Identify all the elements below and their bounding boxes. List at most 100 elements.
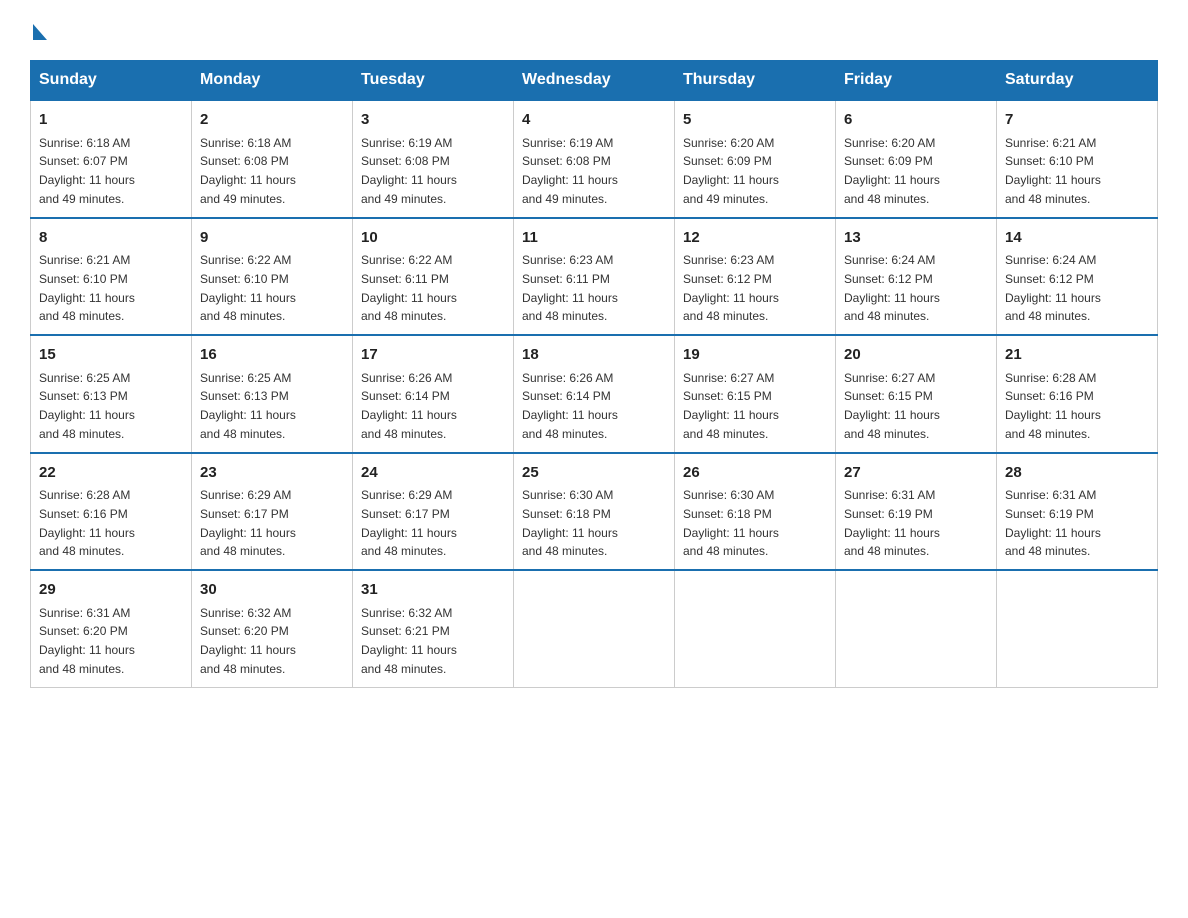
week-row-3: 15 Sunrise: 6:25 AMSunset: 6:13 PMDaylig… [31, 335, 1158, 453]
day-number: 11 [522, 227, 666, 250]
table-cell: 1 Sunrise: 6:18 AMSunset: 6:07 PMDayligh… [31, 100, 192, 218]
day-info: Sunrise: 6:20 AMSunset: 6:09 PMDaylight:… [844, 136, 940, 206]
day-number: 7 [1005, 109, 1149, 132]
day-number: 19 [683, 344, 827, 367]
day-info: Sunrise: 6:30 AMSunset: 6:18 PMDaylight:… [683, 488, 779, 558]
day-number: 9 [200, 227, 344, 250]
day-number: 17 [361, 344, 505, 367]
table-cell: 15 Sunrise: 6:25 AMSunset: 6:13 PMDaylig… [31, 335, 192, 453]
day-info: Sunrise: 6:19 AMSunset: 6:08 PMDaylight:… [361, 136, 457, 206]
day-number: 26 [683, 462, 827, 485]
table-cell [514, 570, 675, 687]
day-info: Sunrise: 6:25 AMSunset: 6:13 PMDaylight:… [200, 371, 296, 441]
table-cell: 26 Sunrise: 6:30 AMSunset: 6:18 PMDaylig… [675, 453, 836, 571]
day-info: Sunrise: 6:29 AMSunset: 6:17 PMDaylight:… [361, 488, 457, 558]
header-tuesday: Tuesday [353, 61, 514, 101]
table-cell [836, 570, 997, 687]
day-number: 12 [683, 227, 827, 250]
day-number: 20 [844, 344, 988, 367]
day-info: Sunrise: 6:20 AMSunset: 6:09 PMDaylight:… [683, 136, 779, 206]
table-cell: 13 Sunrise: 6:24 AMSunset: 6:12 PMDaylig… [836, 218, 997, 336]
table-cell: 11 Sunrise: 6:23 AMSunset: 6:11 PMDaylig… [514, 218, 675, 336]
day-info: Sunrise: 6:23 AMSunset: 6:11 PMDaylight:… [522, 253, 618, 323]
day-info: Sunrise: 6:24 AMSunset: 6:12 PMDaylight:… [844, 253, 940, 323]
calendar-header: SundayMondayTuesdayWednesdayThursdayFrid… [31, 61, 1158, 101]
week-row-1: 1 Sunrise: 6:18 AMSunset: 6:07 PMDayligh… [31, 100, 1158, 218]
week-row-4: 22 Sunrise: 6:28 AMSunset: 6:16 PMDaylig… [31, 453, 1158, 571]
table-cell: 18 Sunrise: 6:26 AMSunset: 6:14 PMDaylig… [514, 335, 675, 453]
day-number: 18 [522, 344, 666, 367]
day-info: Sunrise: 6:30 AMSunset: 6:18 PMDaylight:… [522, 488, 618, 558]
table-cell: 7 Sunrise: 6:21 AMSunset: 6:10 PMDayligh… [997, 100, 1158, 218]
day-info: Sunrise: 6:21 AMSunset: 6:10 PMDaylight:… [1005, 136, 1101, 206]
table-cell: 6 Sunrise: 6:20 AMSunset: 6:09 PMDayligh… [836, 100, 997, 218]
day-number: 13 [844, 227, 988, 250]
calendar-table: SundayMondayTuesdayWednesdayThursdayFrid… [30, 60, 1158, 688]
day-number: 24 [361, 462, 505, 485]
day-number: 5 [683, 109, 827, 132]
day-info: Sunrise: 6:27 AMSunset: 6:15 PMDaylight:… [844, 371, 940, 441]
day-number: 3 [361, 109, 505, 132]
day-info: Sunrise: 6:31 AMSunset: 6:19 PMDaylight:… [1005, 488, 1101, 558]
day-info: Sunrise: 6:29 AMSunset: 6:17 PMDaylight:… [200, 488, 296, 558]
day-info: Sunrise: 6:19 AMSunset: 6:08 PMDaylight:… [522, 136, 618, 206]
day-info: Sunrise: 6:32 AMSunset: 6:21 PMDaylight:… [361, 606, 457, 676]
day-info: Sunrise: 6:26 AMSunset: 6:14 PMDaylight:… [522, 371, 618, 441]
page-header [30, 20, 1158, 40]
table-cell: 9 Sunrise: 6:22 AMSunset: 6:10 PMDayligh… [192, 218, 353, 336]
day-info: Sunrise: 6:32 AMSunset: 6:20 PMDaylight:… [200, 606, 296, 676]
day-number: 15 [39, 344, 183, 367]
day-number: 25 [522, 462, 666, 485]
table-cell: 29 Sunrise: 6:31 AMSunset: 6:20 PMDaylig… [31, 570, 192, 687]
table-cell: 2 Sunrise: 6:18 AMSunset: 6:08 PMDayligh… [192, 100, 353, 218]
day-info: Sunrise: 6:25 AMSunset: 6:13 PMDaylight:… [39, 371, 135, 441]
day-info: Sunrise: 6:26 AMSunset: 6:14 PMDaylight:… [361, 371, 457, 441]
day-info: Sunrise: 6:28 AMSunset: 6:16 PMDaylight:… [39, 488, 135, 558]
day-number: 21 [1005, 344, 1149, 367]
logo [30, 20, 47, 40]
week-row-2: 8 Sunrise: 6:21 AMSunset: 6:10 PMDayligh… [31, 218, 1158, 336]
table-cell: 22 Sunrise: 6:28 AMSunset: 6:16 PMDaylig… [31, 453, 192, 571]
day-number: 2 [200, 109, 344, 132]
day-info: Sunrise: 6:24 AMSunset: 6:12 PMDaylight:… [1005, 253, 1101, 323]
day-number: 10 [361, 227, 505, 250]
day-number: 1 [39, 109, 183, 132]
day-number: 29 [39, 579, 183, 602]
day-info: Sunrise: 6:22 AMSunset: 6:10 PMDaylight:… [200, 253, 296, 323]
table-cell: 17 Sunrise: 6:26 AMSunset: 6:14 PMDaylig… [353, 335, 514, 453]
day-info: Sunrise: 6:28 AMSunset: 6:16 PMDaylight:… [1005, 371, 1101, 441]
day-number: 22 [39, 462, 183, 485]
table-cell: 3 Sunrise: 6:19 AMSunset: 6:08 PMDayligh… [353, 100, 514, 218]
table-cell: 5 Sunrise: 6:20 AMSunset: 6:09 PMDayligh… [675, 100, 836, 218]
day-number: 6 [844, 109, 988, 132]
week-row-5: 29 Sunrise: 6:31 AMSunset: 6:20 PMDaylig… [31, 570, 1158, 687]
header-sunday: Sunday [31, 61, 192, 101]
table-cell: 10 Sunrise: 6:22 AMSunset: 6:11 PMDaylig… [353, 218, 514, 336]
day-info: Sunrise: 6:18 AMSunset: 6:07 PMDaylight:… [39, 136, 135, 206]
table-cell: 20 Sunrise: 6:27 AMSunset: 6:15 PMDaylig… [836, 335, 997, 453]
day-number: 30 [200, 579, 344, 602]
header-thursday: Thursday [675, 61, 836, 101]
day-number: 14 [1005, 227, 1149, 250]
table-cell: 14 Sunrise: 6:24 AMSunset: 6:12 PMDaylig… [997, 218, 1158, 336]
logo-triangle-icon [33, 24, 47, 40]
table-cell: 16 Sunrise: 6:25 AMSunset: 6:13 PMDaylig… [192, 335, 353, 453]
table-cell [997, 570, 1158, 687]
day-number: 31 [361, 579, 505, 602]
day-info: Sunrise: 6:23 AMSunset: 6:12 PMDaylight:… [683, 253, 779, 323]
table-cell: 27 Sunrise: 6:31 AMSunset: 6:19 PMDaylig… [836, 453, 997, 571]
table-cell: 28 Sunrise: 6:31 AMSunset: 6:19 PMDaylig… [997, 453, 1158, 571]
day-number: 27 [844, 462, 988, 485]
calendar-body: 1 Sunrise: 6:18 AMSunset: 6:07 PMDayligh… [31, 100, 1158, 687]
day-number: 16 [200, 344, 344, 367]
table-cell: 4 Sunrise: 6:19 AMSunset: 6:08 PMDayligh… [514, 100, 675, 218]
table-cell: 23 Sunrise: 6:29 AMSunset: 6:17 PMDaylig… [192, 453, 353, 571]
day-number: 28 [1005, 462, 1149, 485]
table-cell [675, 570, 836, 687]
table-cell: 21 Sunrise: 6:28 AMSunset: 6:16 PMDaylig… [997, 335, 1158, 453]
header-row: SundayMondayTuesdayWednesdayThursdayFrid… [31, 61, 1158, 101]
day-number: 4 [522, 109, 666, 132]
table-cell: 25 Sunrise: 6:30 AMSunset: 6:18 PMDaylig… [514, 453, 675, 571]
day-info: Sunrise: 6:31 AMSunset: 6:19 PMDaylight:… [844, 488, 940, 558]
table-cell: 30 Sunrise: 6:32 AMSunset: 6:20 PMDaylig… [192, 570, 353, 687]
